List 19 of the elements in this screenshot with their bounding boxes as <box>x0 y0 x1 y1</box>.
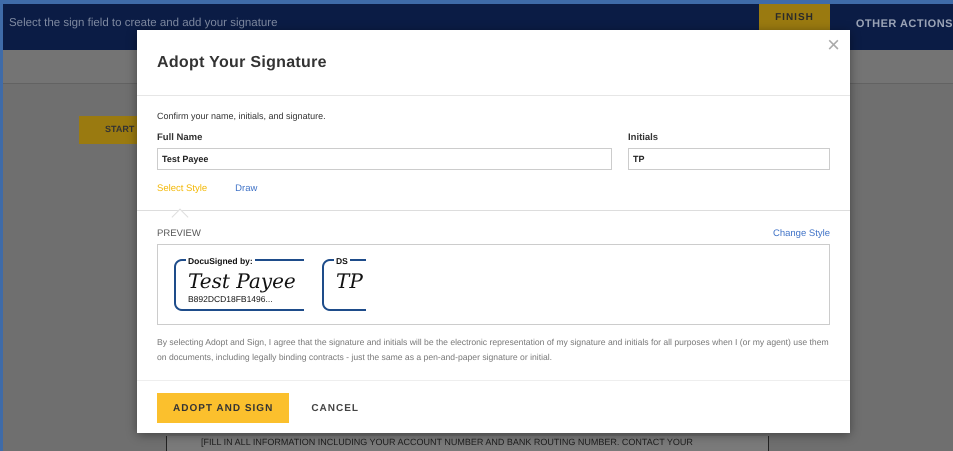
preview-label: PREVIEW <box>157 227 201 241</box>
document-text: [FILL IN ALL INFORMATION INCLUDING YOUR ACCOUNT NUMBER AND BANK ROUTING NUMBER. CONTACT YOUR <box>201 437 693 448</box>
signature-text: Test Payee <box>188 268 297 293</box>
change-style-link[interactable]: Change Style <box>772 227 830 242</box>
style-tab[interactable]: Draw <box>235 182 258 196</box>
disclaimer-text: By selecting Adopt and Sign, I agree that the signature and initials will be the electronic representation of my signature and initials for all purposes when I (or my agent) use them on documents, including legally binding contracts - just the same as a pen-and-paper signature or initial. <box>157 336 830 364</box>
finish-button[interactable]: FINISH <box>759 4 830 30</box>
dialog-title: Adopt Your Signature <box>157 52 327 72</box>
field-label: Initials <box>628 130 660 144</box>
full-name-field[interactable]: Test Payee <box>157 148 612 170</box>
cancel-button[interactable]: CANCEL <box>307 396 363 420</box>
banner-text: Select the sign field to create and add your signature <box>9 16 278 32</box>
stamp-header: DocuSigned by: <box>186 255 255 268</box>
instruction-text: Confirm your name, initials, and signature. <box>157 110 327 123</box>
adopt-button[interactable]: ADOPT AND SIGN <box>157 393 290 423</box>
other-actions-menu[interactable]: OTHER ACTIONS <box>856 16 953 32</box>
initials-signature: TP <box>336 268 364 293</box>
field-label: Full Name <box>157 130 204 144</box>
initials-field[interactable]: TP <box>628 148 830 170</box>
